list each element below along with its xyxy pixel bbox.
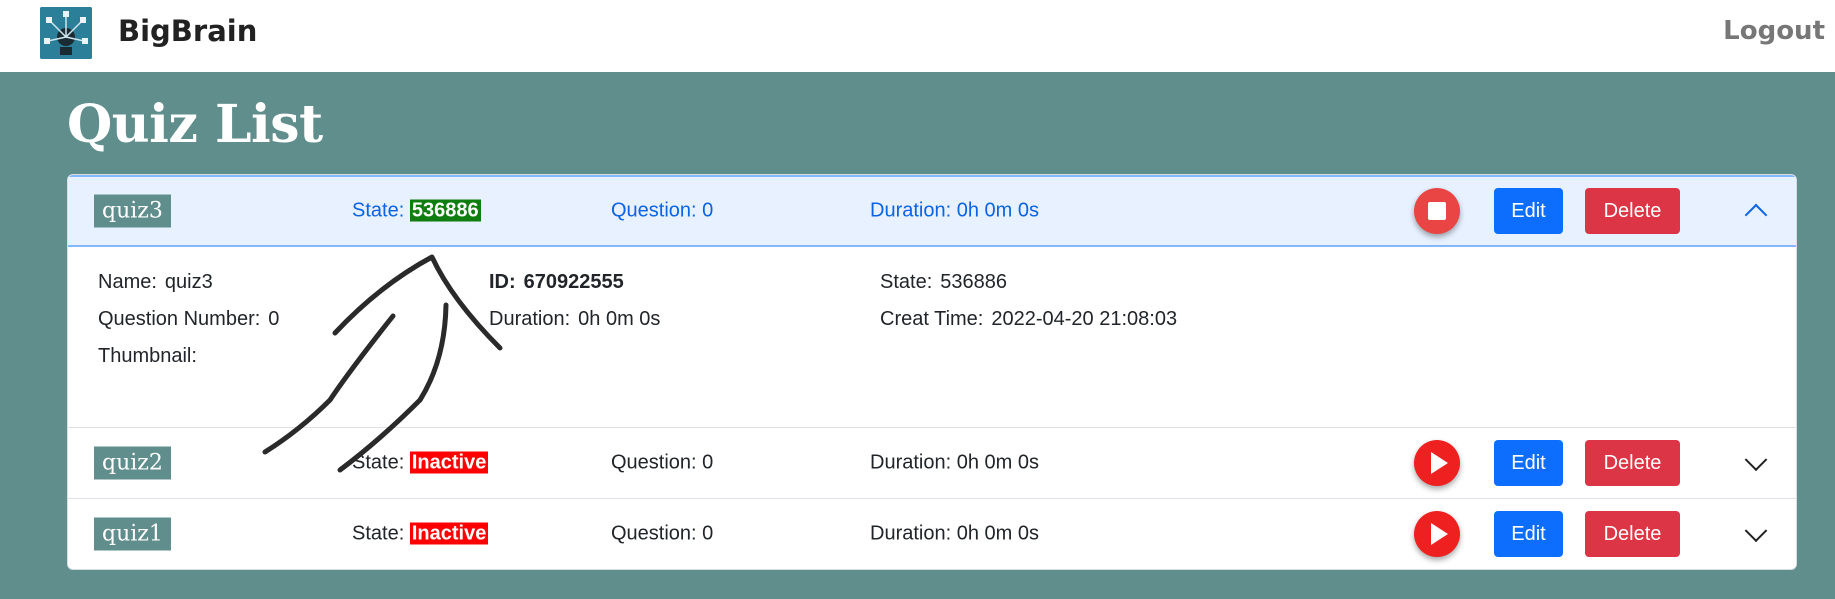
state-badge: Inactive	[409, 451, 489, 474]
detail-state-value: 536886	[940, 271, 1008, 293]
detail-ctime-value: 2022-04-20 21:08:03	[991, 308, 1178, 330]
quiz-question-count: Question: 0	[611, 199, 714, 222]
page-title: Quiz List	[67, 94, 323, 155]
state-badge: Inactive	[409, 522, 489, 545]
detail-id: ID: 670922555	[489, 271, 624, 294]
state-label: State:	[352, 522, 405, 545]
detail-qnum-label: Question Number:	[98, 308, 261, 330]
quiz-duration: Duration: 0h 0m 0s	[870, 522, 1039, 545]
detail-duration: Duration: 0h 0m 0s	[489, 308, 660, 331]
delete-button[interactable]: Delete	[1585, 188, 1680, 234]
chevron-down-icon[interactable]	[1744, 519, 1768, 543]
detail-id-value: 670922555	[523, 271, 624, 293]
navbar: BigBrain Logout	[0, 0, 1835, 72]
detail-question-number: Question Number: 0	[98, 308, 279, 331]
quiz-item: quiz3 State: 536886 Question: 0 Duration…	[68, 175, 1796, 428]
detail-ctime-label: Creat Time:	[880, 308, 984, 330]
detail-name: Name: quiz3	[98, 271, 213, 294]
quiz-accordion: quiz3 State: 536886 Question: 0 Duration…	[67, 174, 1797, 570]
detail-state: State: 536886	[880, 271, 1007, 294]
edit-button[interactable]: Edit	[1494, 511, 1563, 557]
quiz-details: Name: quiz3 Question Number: 0 Thumbnail: …	[68, 247, 1796, 427]
detail-id-label: ID:	[489, 271, 516, 293]
quiz-name: quiz2	[94, 446, 171, 480]
detail-state-label: State:	[880, 271, 933, 293]
brain-logo-icon[interactable]	[40, 7, 92, 59]
quiz-header[interactable]: quiz3 State: 536886 Question: 0 Duration…	[68, 175, 1796, 247]
start-button[interactable]	[1414, 511, 1460, 557]
state-badge: 536886	[409, 199, 481, 222]
start-button[interactable]	[1414, 440, 1460, 486]
detail-duration-value: 0h 0m 0s	[578, 308, 661, 330]
stop-icon	[1428, 202, 1446, 220]
chevron-down-icon[interactable]	[1744, 448, 1768, 472]
quiz-item: quiz2 State: Inactive Question: 0 Durati…	[68, 428, 1796, 499]
delete-button[interactable]: Delete	[1585, 511, 1680, 557]
detail-name-label: Name:	[98, 271, 157, 293]
detail-duration-label: Duration:	[489, 308, 571, 330]
quiz-state: State: 536886	[352, 199, 481, 223]
state-label: State:	[352, 451, 405, 474]
detail-name-value: quiz3	[164, 271, 213, 293]
detail-thumbnail: Thumbnail:	[98, 345, 197, 367]
quiz-header[interactable]: quiz1 State: Inactive Question: 0 Durati…	[68, 499, 1796, 569]
quiz-question-count: Question: 0	[611, 451, 714, 474]
play-icon	[1431, 523, 1448, 545]
state-label: State:	[352, 199, 405, 222]
quiz-name: quiz3	[94, 194, 171, 228]
chevron-up-icon[interactable]	[1744, 203, 1768, 227]
quiz-header[interactable]: quiz2 State: Inactive Question: 0 Durati…	[68, 428, 1796, 498]
logout-button[interactable]: Logout	[1723, 16, 1825, 46]
brand-name[interactable]: BigBrain	[118, 14, 257, 48]
delete-button[interactable]: Delete	[1585, 440, 1680, 486]
edit-button[interactable]: Edit	[1494, 440, 1563, 486]
quiz-state: State: Inactive	[352, 451, 489, 475]
detail-qnum-value: 0	[268, 308, 280, 330]
quiz-state: State: Inactive	[352, 522, 489, 546]
quiz-item: quiz1 State: Inactive Question: 0 Durati…	[68, 499, 1796, 569]
play-icon	[1431, 452, 1448, 474]
quiz-duration: Duration: 0h 0m 0s	[870, 199, 1039, 222]
quiz-duration: Duration: 0h 0m 0s	[870, 451, 1039, 474]
detail-create-time: Creat Time: 2022-04-20 21:08:03	[880, 308, 1177, 331]
quiz-name: quiz1	[94, 517, 171, 551]
edit-button[interactable]: Edit	[1494, 188, 1563, 234]
quiz-question-count: Question: 0	[611, 522, 714, 545]
stop-button[interactable]	[1414, 188, 1460, 234]
